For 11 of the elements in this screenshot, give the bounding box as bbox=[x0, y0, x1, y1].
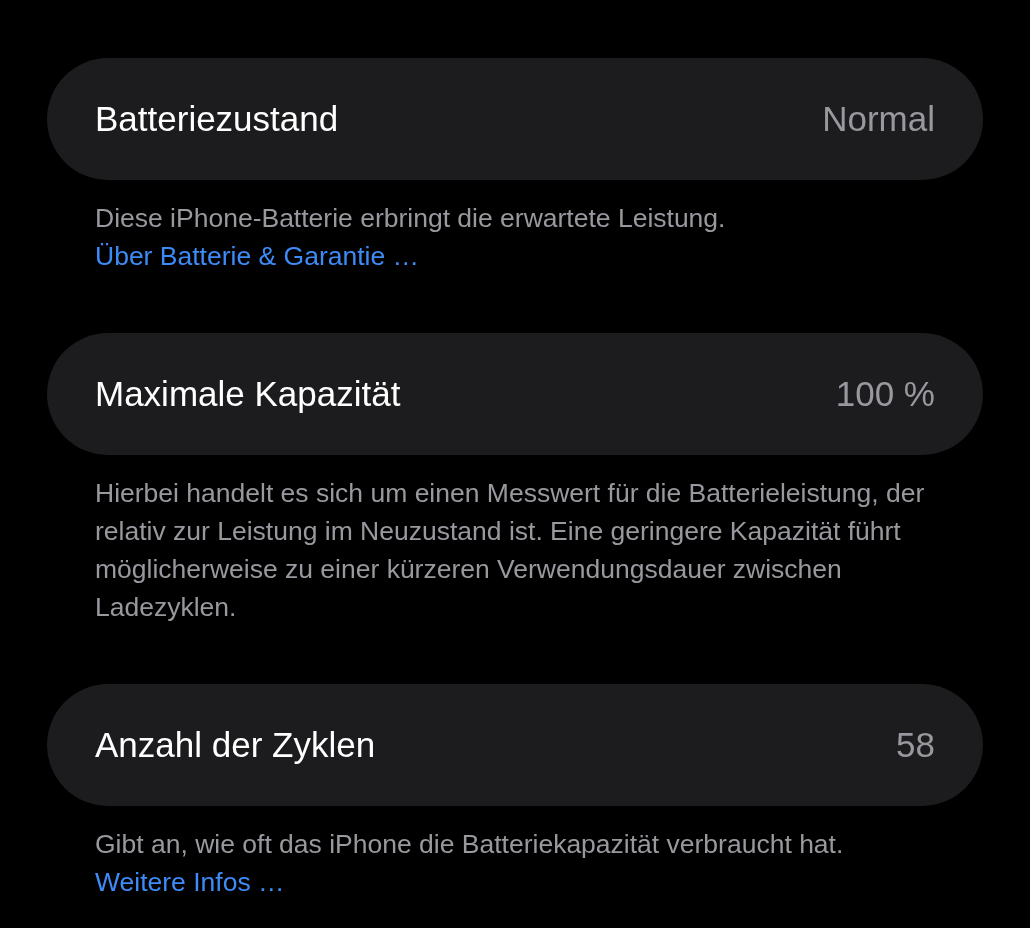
description-text: Diese iPhone-Batterie erbringt die erwartete Leistung. Über Batterie & Garantie … bbox=[95, 202, 727, 273]
setting-value: Normal bbox=[822, 99, 935, 139]
description-text: Hierbei handelt es sich um einen Messwert für die Batterieleistung, der relativ zur Leistung im Neuzustand ist. Eine geringere Kapazität führt möglicherweise zu einer kürzeren Verwendungsdauer zwischen Ladezyklen. bbox=[95, 477, 926, 624]
setting-label: Anzahl der Zyklen bbox=[95, 725, 376, 765]
info-link[interactable]: Über Batterie & Garantie … bbox=[95, 241, 420, 271]
setting-label: Batteriezustand bbox=[95, 99, 339, 139]
setting-label: Maximale Kapazität bbox=[95, 374, 401, 414]
description-text: Gibt an, wie oft das iPhone die Batteriekapazität verbraucht hat. Weitere Infos … bbox=[95, 828, 845, 899]
setting-value: 100 % bbox=[835, 374, 935, 414]
setting-value: 58 bbox=[896, 725, 935, 765]
info-link[interactable]: Weitere Infos … bbox=[95, 867, 285, 897]
